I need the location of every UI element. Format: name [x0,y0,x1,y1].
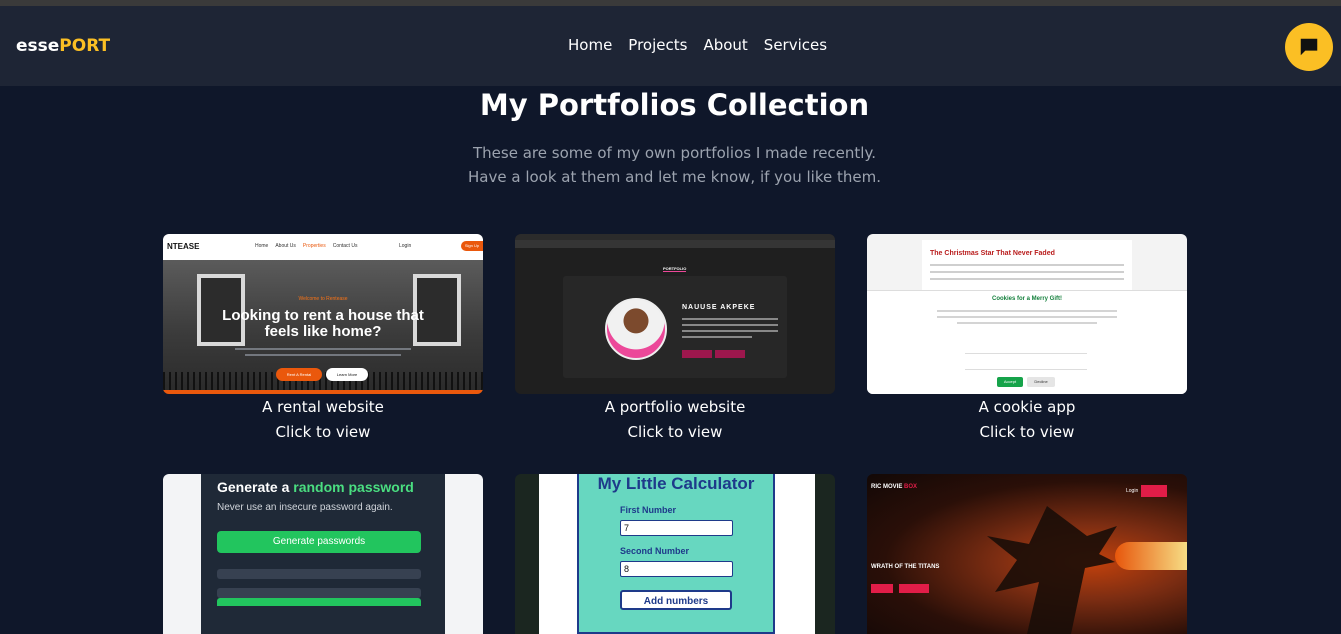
password-thumb-panel [201,474,445,634]
brand-logo[interactable]: essePORT [16,36,110,56]
dragon-illustration [987,506,1117,634]
rental-thumb-link-3: Properties [302,243,326,249]
rental-thumb-headline-line-1: Looking to rent a house that [222,307,424,324]
main-nav: Home Projects About Services [568,36,827,54]
rental-thumb-link-1: Home [255,243,269,249]
cookie-thumb-input-2 [965,359,1087,370]
rental-thumb-logo: NTEASE [167,242,200,251]
project-cta[interactable]: Click to view [515,420,835,444]
project-card-rental[interactable]: NTEASE Home About Us Properties Contact … [163,234,483,444]
project-card-calculator[interactable]: My Little Calculator First Number 7 Seco… [515,474,835,634]
movie-thumb-logo-a: RIC MOVIE [871,484,905,490]
project-card-cookie[interactable]: The Christmas Star That Never Faded Cook… [867,234,1187,444]
movie-thumb-btn-2 [899,584,929,593]
rental-thumb-link-2: About Us [275,243,296,249]
rental-thumb-login: Login [399,243,412,249]
movie-thumb-logo: RIC MOVIE BOX [871,484,917,490]
cookie-thumb-decline: Decline [1027,377,1055,387]
rental-thumb-signup: Sign Up [461,241,483,251]
project-card-movie[interactable]: RIC MOVIE BOX Login WRATH OF THE TITANS [867,474,1187,634]
movie-thumb-btn-1 [871,584,893,593]
brand-name-part2: PORT [59,36,111,56]
cookie-thumb-modal-line-3 [957,322,1097,324]
cookie-thumb-modal-line-2 [937,316,1117,318]
rental-thumb-headline-line-2: feels like home? [264,323,382,340]
portfolio-thumb-text-line-2 [682,324,778,326]
portfolio-thumb-text-line-1 [682,318,778,320]
portfolio-thumb-text-line-4 [682,336,752,338]
rental-thumb-bottom-bar [163,390,483,394]
cookie-thumbnail: The Christmas Star That Never Faded Cook… [867,234,1187,394]
project-caption: A portfolio website [604,398,746,416]
project-caption: A cookie app [978,398,1076,416]
cookie-thumb-line-2 [930,271,1124,273]
movie-thumbnail: RIC MOVIE BOX Login WRATH OF THE TITANS [867,474,1187,634]
project-card-portfolio[interactable]: PORTFOLIO NAUUSE AKPEKE A portfolio webs… [515,234,835,444]
rental-thumb-text-line-2 [245,354,401,356]
calc-thumb-title: My Little Calculator [597,474,755,493]
cookie-thumb-title: The Christmas Star That Never Faded [930,250,1055,257]
movie-thumb-logo-b: BOX [904,484,918,490]
rental-thumb-btn-2: Learn More [326,368,368,381]
nav-link-projects[interactable]: Projects [628,36,687,54]
project-card-password[interactable]: Generate a random password Never use an … [163,474,483,634]
navbar: essePORT Home Projects About Services [0,6,1341,86]
calculator-thumbnail: My Little Calculator First Number 7 Seco… [515,474,835,634]
portfolio-thumb-btn-2 [715,350,745,358]
rental-thumb-headline: Looking to rent a house that feels like … [163,308,483,340]
project-caption: A rental website [262,398,384,416]
calc-thumb-input-1: 7 [620,520,733,536]
cookie-thumb-input-1 [965,343,1087,354]
calc-thumb-label-2: Second Number [620,546,690,556]
project-cta[interactable]: Click to view [867,420,1187,444]
portfolio-thumb-bookmarks [515,240,835,248]
nav-link-about[interactable]: About [703,36,747,54]
calc-thumb-input-2: 8 [620,561,733,577]
chat-button[interactable] [1285,23,1333,71]
project-cta[interactable]: Click to view [163,420,483,444]
rental-thumb-fence [163,372,483,390]
page-subtitle: These are some of my own portfolios I ma… [0,141,1341,189]
rental-thumb-btn-1: Rent A Rental [276,368,322,381]
password-thumb-output-2 [217,588,421,598]
movie-thumb-login: Login [1126,488,1139,494]
cookie-thumb-banner: Cookies for a Merry Gift! [991,296,1062,302]
portfolio-thumb-panel [563,276,787,378]
subtitle-line-1: These are some of my own portfolios I ma… [473,144,876,162]
nav-link-home[interactable]: Home [568,36,612,54]
rental-thumb-links: Home About Us Properties Contact Us [255,243,357,249]
password-thumb-title-b: random password [293,479,414,495]
rental-thumb-text-line [235,348,411,350]
cookie-thumb-accept: Accept [997,377,1023,387]
chat-bubble-icon [1300,38,1318,56]
cookie-thumb-line-3 [930,278,1124,280]
password-thumb-btn: Generate passwords [217,531,421,553]
subtitle-line-2: Have a look at them and let me know, if … [468,168,881,186]
cookie-thumb-line-1 [930,264,1124,266]
portfolio-thumb-tab: PORTFOLIO [663,266,687,272]
portfolio-thumbnail: PORTFOLIO NAUUSE AKPEKE [515,234,835,394]
portfolio-thumb-text-line-3 [682,330,778,332]
rental-thumb-link-4: Contact Us [332,243,358,249]
password-thumb-title-a: Generate a [217,479,294,495]
calc-thumb-label-1: First Number [620,505,677,515]
password-thumbnail: Generate a random password Never use an … [163,474,483,634]
password-thumb-desc: Never use an insecure password again. [217,502,393,513]
brand-name-part1: esse [16,36,60,56]
rental-thumb-welcome: Welcome to Rentease [298,296,348,302]
nav-link-services[interactable]: Services [764,36,827,54]
calc-thumb-btn: Add numbers [620,590,732,610]
portfolio-thumb-btn-1 [682,350,712,358]
password-thumb-title: Generate a random password [217,479,414,495]
movie-thumb-signup [1141,485,1167,497]
password-thumb-output-1 [217,569,421,579]
portfolio-thumb-name: NAUUSE AKPEKE [682,304,756,311]
portfolio-thumb-avatar [605,298,667,360]
cookie-thumb-modal-line-1 [937,310,1117,312]
page-title: My Portfolios Collection [479,88,870,122]
rental-thumbnail: NTEASE Home About Us Properties Contact … [163,234,483,394]
movie-thumb-title: WRATH OF THE TITANS [871,564,940,570]
